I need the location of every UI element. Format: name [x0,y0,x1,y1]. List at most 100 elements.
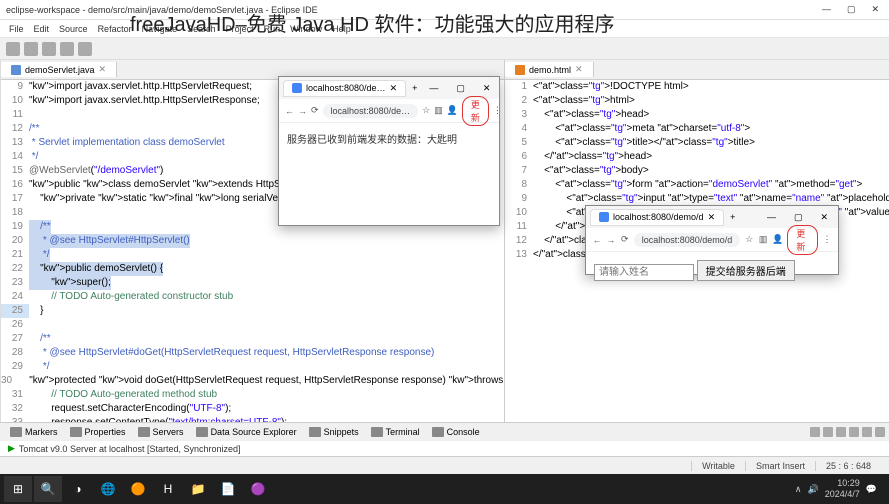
update-button[interactable]: 更新 [462,96,489,126]
browser-title-bar[interactable]: localhost:8080/de… ✕ + — ▢ ✕ [279,77,499,99]
code-content: // TODO Auto-generated constructor stub [29,290,233,304]
line-number: 32 [1,402,29,416]
line-number: 27 [1,332,29,346]
minimize-button[interactable]: — [761,212,782,223]
extension-icon[interactable]: ▥ [434,105,443,116]
star-icon[interactable]: ☆ [744,234,754,245]
profile-icon[interactable]: 👤 [772,234,783,245]
browser-window-form: localhost:8080/demo/d ✕ + — ▢ ✕ ← → ⟳ lo… [585,205,839,275]
server-status-line[interactable]: ▶ Tomcat v9.0 Server at localhost [Start… [0,440,889,456]
new-tab-button[interactable]: + [724,212,741,222]
tool-icon[interactable] [810,427,820,437]
menu-source[interactable]: Source [54,24,93,34]
notifications-icon[interactable]: 💬 [866,484,877,495]
submit-button[interactable] [697,260,795,281]
menu-edit[interactable]: Edit [29,24,55,34]
taskbar-item[interactable]: H [154,476,182,502]
taskbar-item[interactable]: ⊞ [4,476,32,502]
tray-icon[interactable]: 🔊 [808,484,819,495]
toolbar-icon[interactable] [6,42,20,56]
view-tab-terminal[interactable]: Terminal [365,427,426,437]
code-content: /** [29,122,40,136]
browser-tab[interactable]: localhost:8080/de… ✕ [283,80,406,97]
new-tab-button[interactable]: + [406,83,423,93]
code-content: } [29,304,43,318]
line-number: 25 [1,304,29,318]
tool-icon[interactable] [875,427,885,437]
line-number: 9 [505,192,533,206]
bottom-views-bar: Markers Properties Servers Data Source E… [0,422,889,440]
overlay-heading: freeJavaHD–免费 Java HD 软件：功能强大的应用程序 [130,8,615,37]
tab-close-icon[interactable]: ✕ [99,64,107,75]
url-field[interactable]: localhost:8080/de… [323,104,419,118]
view-tab-console[interactable]: Console [426,427,486,437]
main-toolbar [0,38,889,60]
tab-close-icon[interactable]: ✕ [708,212,716,223]
forward-button[interactable]: → [606,235,616,245]
browser-tab[interactable]: localhost:8080/demo/d ✕ [590,209,724,226]
taskbar-item[interactable]: ◑ [64,476,92,502]
maximize-button[interactable]: ▢ [788,212,809,223]
status-position: 25 : 6 : 648 [815,461,881,471]
tab-close-icon[interactable]: ✕ [575,64,583,75]
view-tab-data-source-explorer[interactable]: Data Source Explorer [190,427,303,437]
reload-button[interactable]: ⟳ [620,234,630,245]
taskbar-item[interactable]: 🟠 [124,476,152,502]
menu-icon[interactable]: ⋮ [822,234,832,245]
code-content: request.setCharacterEncoding("UTF-8"); [29,402,231,416]
code-content: "kw">import javax.servlet.http.HttpServl… [29,80,252,94]
tool-icon[interactable] [836,427,846,437]
profile-icon[interactable]: 👤 [447,105,458,116]
view-tab-properties[interactable]: Properties [64,427,132,437]
toolbar-icon[interactable] [24,42,38,56]
close-button[interactable]: ✕ [814,212,834,223]
code-content: <"at">class="tg">body> [533,164,649,178]
back-button[interactable]: ← [285,106,294,116]
taskbar-item[interactable]: 🟣 [244,476,272,502]
taskbar-item[interactable]: 📄 [214,476,242,502]
view-tab-markers[interactable]: Markers [4,427,64,437]
toolbar-icon[interactable] [42,42,56,56]
view-tab-servers[interactable]: Servers [132,427,190,437]
tab-html-file[interactable]: demo.html ✕ [505,62,594,77]
code-content: response.setContentType("text/htm;charse… [29,416,287,422]
maximize-button[interactable]: ▢ [843,4,860,15]
forward-button[interactable]: → [298,106,307,116]
menu-icon[interactable]: ⋮ [493,105,502,116]
taskbar-item[interactable]: 🔍 [34,476,62,502]
close-button[interactable]: ✕ [867,4,883,15]
tool-icon[interactable] [849,427,859,437]
line-number: 13 [1,136,29,150]
code-content: "kw">super(); [29,276,111,290]
code-content: "kw">public demoServlet() { [29,262,163,276]
code-content: <"at">class="tg">!DOCTYPE html> [533,80,689,94]
extension-icon[interactable]: ▥ [758,234,768,245]
view-tab-snippets[interactable]: Snippets [303,427,365,437]
menu-file[interactable]: File [4,24,29,34]
server-status-text: Tomcat v9.0 Server at localhost [Started… [19,444,241,454]
update-button[interactable]: 更新 [787,225,818,255]
tool-icon[interactable] [862,427,872,437]
toolbar-icon[interactable] [78,42,92,56]
bottom-tools [810,427,885,437]
taskbar-item[interactable]: 🌐 [94,476,122,502]
tool-icon[interactable] [823,427,833,437]
minimize-button[interactable]: — [818,4,835,15]
tab-close-icon[interactable]: ✕ [390,83,398,94]
name-input[interactable] [594,264,694,281]
reload-button[interactable]: ⟳ [311,105,319,116]
star-icon[interactable]: ☆ [422,105,430,116]
back-button[interactable]: ← [592,235,602,245]
line-number: 3 [505,108,533,122]
minimize-button[interactable]: — [423,83,444,94]
clock[interactable]: 10:29 2024/4/7 [825,478,860,500]
close-button[interactable]: ✕ [477,83,497,94]
toolbar-icon[interactable] [60,42,74,56]
url-field[interactable]: localhost:8080/demo/d [634,233,741,247]
code-content: <"at">class="tg">html> [533,94,635,108]
tab-java-file[interactable]: demoServlet.java ✕ [1,62,117,77]
tray-icon[interactable]: ∧ [795,484,802,495]
taskbar-item[interactable]: 📁 [184,476,212,502]
line-number: 28 [1,346,29,360]
maximize-button[interactable]: ▢ [450,83,471,94]
